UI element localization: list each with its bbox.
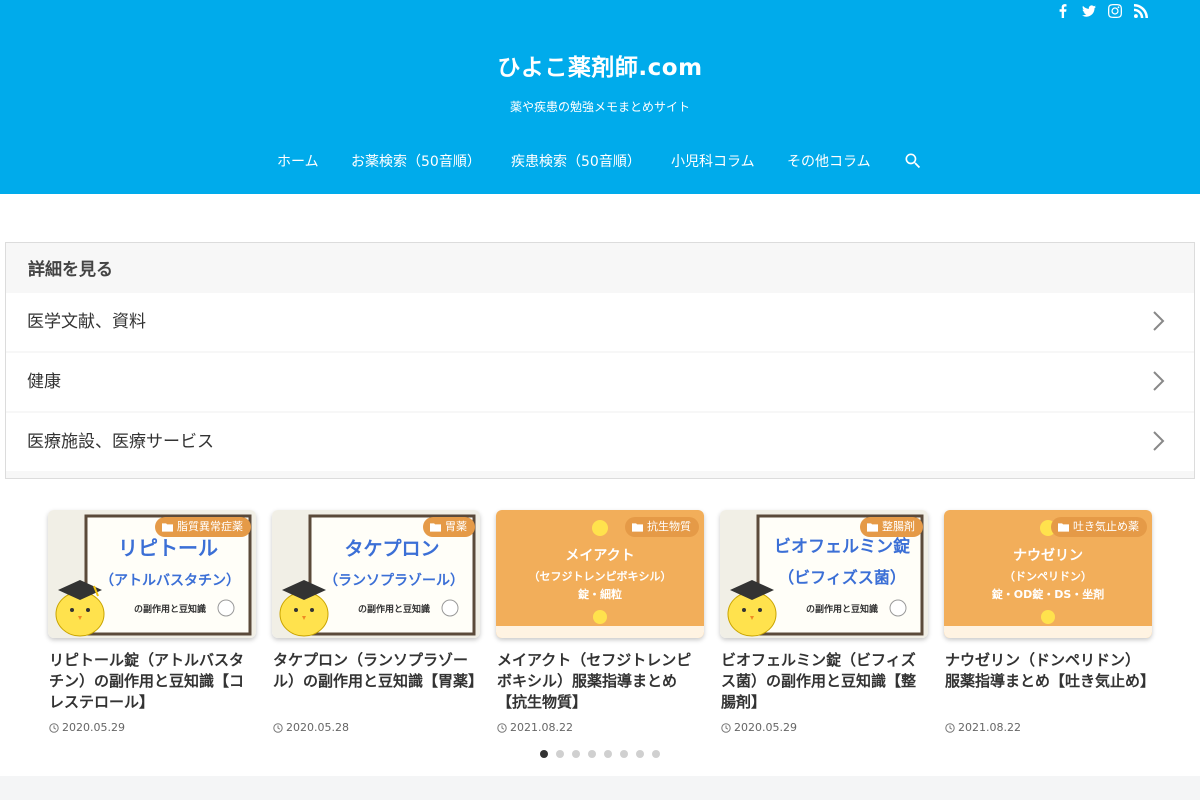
category-badge[interactable]: 抗生物質	[625, 517, 699, 537]
article-card[interactable]: リピトール （アトルバスタチン） の副作用と豆知識 脂質異常症薬 リピトール錠（…	[48, 510, 256, 735]
detail-item-label: 健康	[27, 372, 61, 392]
rss-icon[interactable]	[1134, 3, 1148, 19]
article-thumbnail: メイアクト （セフジトレンピボキシル） 錠・細粒 抗生物質	[496, 510, 704, 638]
detail-item-health[interactable]: 健康	[6, 353, 1194, 411]
category-label: 脂質異常症薬	[177, 520, 243, 533]
folder-icon	[867, 523, 878, 532]
thumb-line: の副作用と豆知識	[134, 603, 206, 615]
article-date: 2020.05.28	[273, 721, 349, 734]
detail-item-label: 医学文献、資料	[27, 312, 146, 332]
folder-icon	[162, 523, 173, 532]
category-label: 抗生物質	[647, 520, 691, 533]
folder-icon	[1058, 523, 1069, 532]
article-card[interactable]: タケプロン （ランソプラゾール） の副作用と豆知識 胃薬 タケプロン（ランソプラ…	[272, 510, 483, 735]
category-label: 胃薬	[445, 520, 467, 533]
carousel-pagination	[540, 750, 660, 758]
detail-item-medical-facilities[interactable]: 医療施設、医療サービス	[6, 413, 1194, 471]
detail-heading: 詳細を見る	[28, 260, 113, 280]
article-card[interactable]: ビオフェルミン錠 （ビフィズス菌） の副作用と豆知識 整腸剤 ビオフェルミン錠（…	[720, 510, 928, 735]
article-title[interactable]: タケプロン（ランソプラゾール）の副作用と豆知識【胃薬】	[273, 650, 483, 692]
thumb-line: 錠・細粒	[578, 587, 622, 601]
clock-icon	[945, 722, 955, 733]
folder-icon	[430, 523, 441, 532]
clock-icon	[49, 722, 59, 733]
category-badge[interactable]: 吐き気止め薬	[1051, 517, 1147, 537]
chevron-right-icon	[1152, 310, 1166, 332]
article-thumbnail: ビオフェルミン錠 （ビフィズス菌） の副作用と豆知識 整腸剤	[720, 510, 928, 638]
detail-item-medical-literature[interactable]: 医学文献、資料	[6, 293, 1194, 351]
site-header: ひよこ薬剤師.com 薬や疾患の勉強メモまとめサイト ホーム お薬検索（50音順…	[0, 0, 1200, 194]
nav-item-home[interactable]: ホーム	[277, 150, 319, 174]
clock-icon	[273, 722, 283, 733]
search-icon[interactable]	[903, 151, 923, 171]
thumb-line: （ランソプラゾール）	[324, 572, 464, 589]
category-badge[interactable]: 脂質異常症薬	[155, 517, 251, 537]
carousel-dot[interactable]	[540, 750, 548, 758]
thumb-line: ビオフェルミン錠	[774, 536, 910, 557]
carousel-dot[interactable]	[604, 750, 612, 758]
nav-item-pediatrics-column[interactable]: 小児科コラム	[671, 150, 755, 174]
thumb-line: の副作用と豆知識	[358, 603, 430, 615]
article-thumbnail: ナウゼリン （ドンペリドン） 錠・OD錠・DS・坐剤 吐き気止め薬	[944, 510, 1152, 638]
social-links	[1056, 3, 1148, 19]
thumb-line: メイアクト	[565, 548, 634, 564]
category-label: 吐き気止め薬	[1073, 520, 1139, 533]
facebook-icon[interactable]	[1056, 3, 1070, 19]
article-date: 2021.08.22	[497, 721, 573, 734]
thumb-line: （アトルバスタチン）	[100, 573, 240, 589]
carousel-dot[interactable]	[588, 750, 596, 758]
thumb-line: の副作用と豆知識	[806, 603, 878, 615]
carousel-dot[interactable]	[620, 750, 628, 758]
site-description: 薬や疾患の勉強メモまとめサイト	[509, 100, 690, 114]
date-text: 2020.05.29	[734, 721, 797, 734]
nav-item-other-column[interactable]: その他コラム	[787, 150, 871, 174]
category-badge[interactable]: 胃薬	[423, 517, 475, 537]
clock-icon	[721, 722, 731, 733]
instagram-icon[interactable]	[1108, 3, 1122, 19]
date-text: 2020.05.29	[62, 721, 125, 734]
thumb-line: （セフジトレンピボキシル）	[529, 569, 672, 583]
thumb-line: リピトール	[118, 536, 218, 560]
date-text: 2021.08.22	[958, 721, 1021, 734]
article-card[interactable]: メイアクト （セフジトレンピボキシル） 錠・細粒 抗生物質 メイアクト（セフジト…	[496, 510, 704, 735]
nav-item-disease-search[interactable]: 疾患検索（50音順）	[511, 150, 641, 174]
thumb-line: 錠・OD錠・DS・坐剤	[992, 587, 1105, 601]
article-card[interactable]: ナウゼリン （ドンペリドン） 錠・OD錠・DS・坐剤 吐き気止め薬 ナウゼリン（…	[944, 510, 1155, 735]
main-nav: ホーム お薬検索（50音順） 疾患検索（50音順） 小児科コラム その他コラム	[0, 150, 1200, 174]
article-thumbnail: タケプロン （ランソプラゾール） の副作用と豆知識 胃薬	[272, 510, 480, 638]
twitter-icon[interactable]	[1082, 3, 1096, 19]
folder-icon	[632, 523, 643, 532]
chevron-right-icon	[1152, 370, 1166, 392]
nav-item-drug-search[interactable]: お薬検索（50音順）	[351, 150, 481, 174]
category-label: 整腸剤	[882, 520, 915, 533]
thumb-line: タケプロン	[344, 537, 439, 560]
article-title[interactable]: ナウゼリン（ドンペリドン）服薬指導まとめ【吐き気止め】	[945, 650, 1155, 692]
article-date: 2020.05.29	[721, 721, 797, 734]
date-text: 2020.05.28	[286, 721, 349, 734]
site-title[interactable]: ひよこ薬剤師.com	[0, 48, 1200, 82]
chevron-right-icon	[1152, 430, 1166, 452]
carousel-dot[interactable]	[652, 750, 660, 758]
thumb-line: （ドンペリドン）	[1004, 570, 1092, 583]
date-text: 2021.08.22	[510, 721, 573, 734]
carousel-dot[interactable]	[572, 750, 580, 758]
carousel-dot[interactable]	[636, 750, 644, 758]
thumb-line: （ビフィズス菌）	[778, 568, 906, 587]
detail-item-label: 医療施設、医療サービス	[27, 432, 214, 452]
article-title[interactable]: ビオフェルミン錠（ビフィズス菌）の副作用と豆知識【整腸剤】	[721, 650, 925, 713]
thumb-line: ナウゼリン	[1013, 547, 1083, 564]
article-date: 2020.05.29	[49, 721, 125, 734]
detail-list: 詳細を見る 医学文献、資料 健康 医療施設、医療サービス	[5, 242, 1195, 479]
article-title[interactable]: リピトール錠（アトルバスタチン）の副作用と豆知識【コレステロール】	[49, 650, 253, 713]
carousel-dot[interactable]	[556, 750, 564, 758]
article-title[interactable]: メイアクト（セフジトレンピボキシル）服薬指導まとめ【抗生物質】	[497, 650, 701, 713]
footer-band	[0, 776, 1200, 800]
article-thumbnail: リピトール （アトルバスタチン） の副作用と豆知識 脂質異常症薬	[48, 510, 256, 638]
clock-icon	[497, 722, 507, 733]
category-badge[interactable]: 整腸剤	[860, 517, 923, 537]
article-date: 2021.08.22	[945, 721, 1021, 734]
